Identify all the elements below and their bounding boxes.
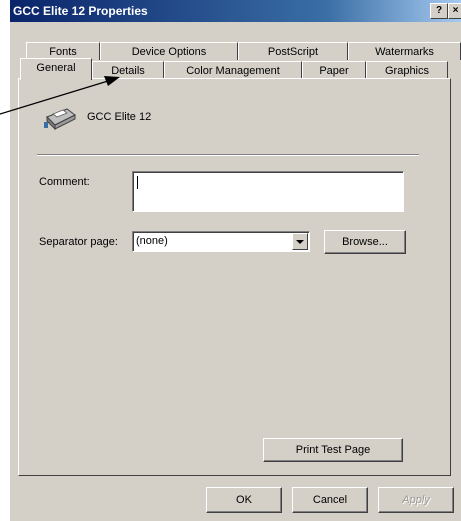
tab-graphics[interactable]: Graphics <box>366 61 448 79</box>
comment-field[interactable] <box>132 171 404 212</box>
tab-paper[interactable]: Paper <box>302 61 366 79</box>
text-caret <box>137 176 138 189</box>
printer-name: GCC Elite 12 <box>87 111 152 123</box>
tab-watermarks[interactable]: Watermarks <box>348 42 461 60</box>
general-panel: GCC Elite 12 Comment: Separator page: (n… <box>18 78 451 476</box>
comment-label: Comment: <box>39 176 90 188</box>
tab-general[interactable]: General <box>20 58 92 80</box>
tab-postscript[interactable]: PostScript <box>238 42 348 60</box>
tab-device-options[interactable]: Device Options <box>100 42 238 60</box>
tab-color-management[interactable]: Color Management <box>164 61 302 79</box>
window-title: GCC Elite 12 Properties <box>13 4 148 18</box>
printer-icon <box>41 105 77 131</box>
dropdown-button[interactable] <box>292 233 308 250</box>
apply-button[interactable]: Apply <box>378 487 454 513</box>
browse-button[interactable]: Browse... <box>324 230 406 254</box>
tab-details[interactable]: Details <box>92 61 164 79</box>
separator-page-value: (none) <box>136 235 168 247</box>
divider <box>37 154 419 156</box>
ok-button[interactable]: OK <box>206 487 282 513</box>
separator-page-select[interactable]: (none) <box>132 231 310 252</box>
cancel-button[interactable]: Cancel <box>292 487 368 513</box>
close-button[interactable]: × <box>448 3 461 19</box>
title-bar[interactable]: GCC Elite 12 Properties ? × <box>10 0 461 22</box>
chevron-down-icon <box>296 240 304 244</box>
help-button[interactable]: ? <box>430 3 448 19</box>
separator-page-label: Separator page: <box>39 236 118 248</box>
properties-dialog: GCC Elite 12 Properties ? × Fonts Device… <box>10 0 461 521</box>
print-test-page-button[interactable]: Print Test Page <box>263 438 403 462</box>
